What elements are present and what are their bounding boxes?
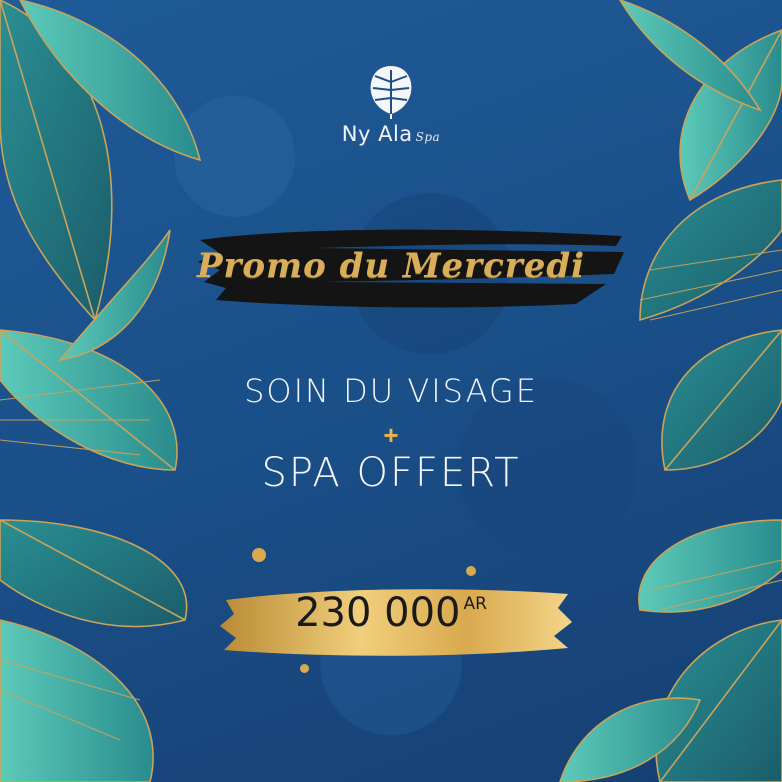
gold-dot-decoration: [466, 566, 476, 576]
brand-name: Ny Ala Spa: [0, 122, 782, 146]
offer-line-spa: SPA OFFERT: [261, 450, 521, 496]
plus-separator: +: [383, 420, 399, 450]
promo-poster: Ny Ala Spa Promo du Mercredi SOIN DU VISA…: [0, 0, 782, 782]
offer-line-facial: SOIN DU VISAGE: [244, 372, 538, 410]
gold-dot-decoration: [252, 548, 266, 562]
gold-dot-decoration: [300, 664, 309, 673]
price-currency: AR: [463, 594, 487, 614]
price-amount: 230 000: [295, 590, 461, 636]
price: 230 000 AR: [0, 590, 782, 636]
brand-suffix: Spa: [415, 130, 441, 144]
brand-name-text: Ny Ala: [341, 122, 413, 146]
promo-title: Promo du Mercredi: [196, 246, 586, 286]
monstera-leaf-icon: [370, 66, 412, 119]
brand-logo: Ny Ala Spa: [0, 62, 782, 146]
